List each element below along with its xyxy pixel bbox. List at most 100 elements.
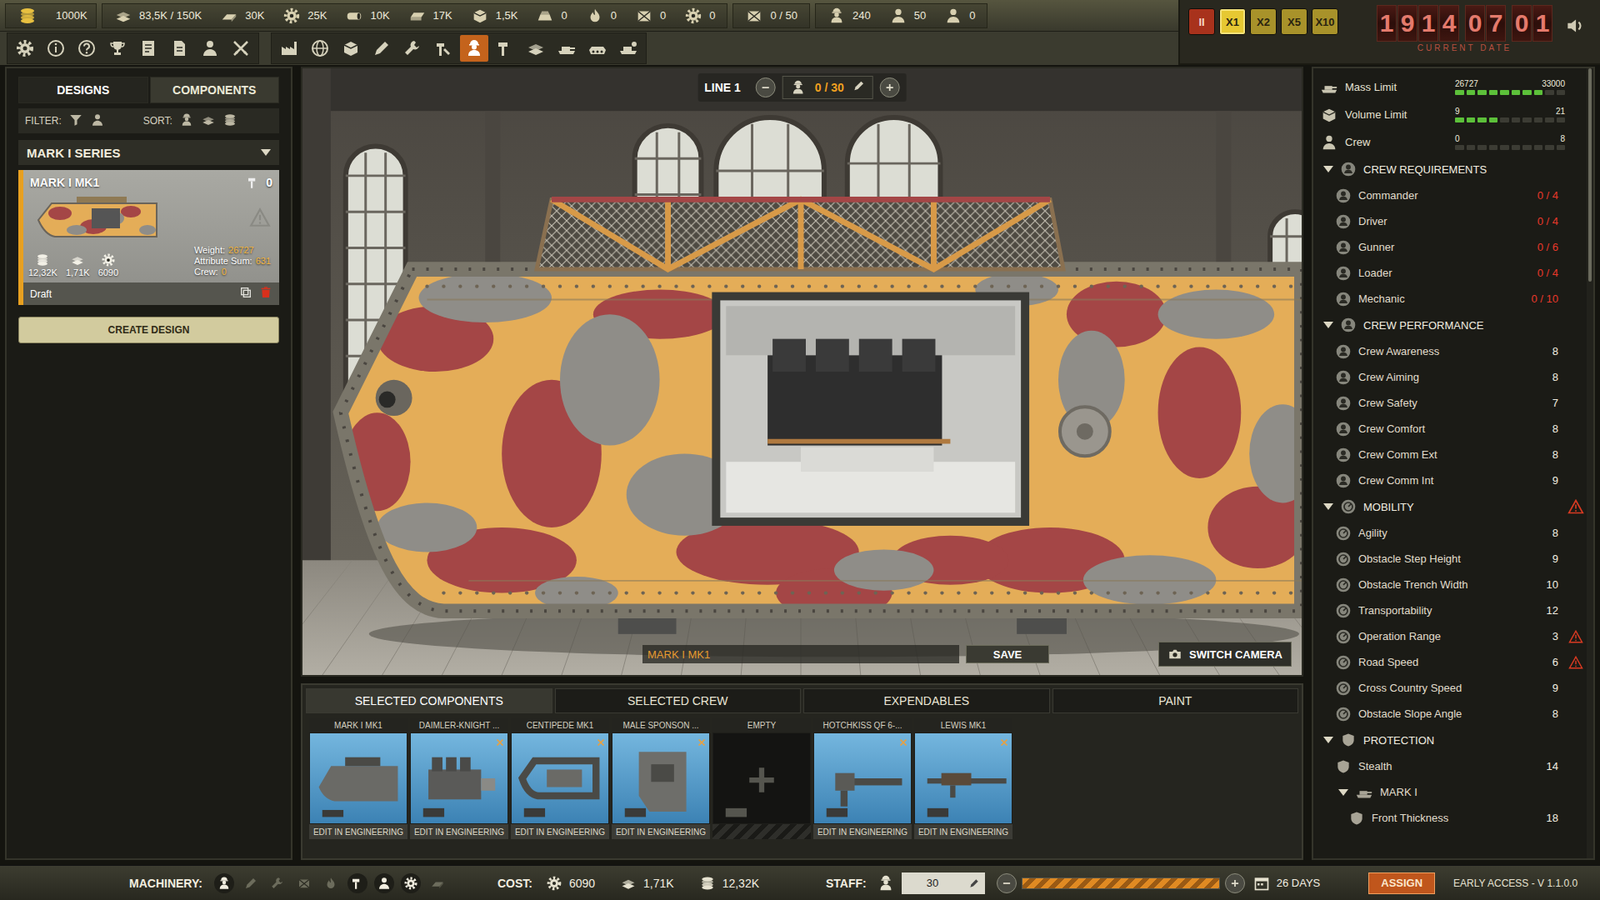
sort-button[interactable] bbox=[179, 112, 195, 130]
staff-input[interactable]: 30 bbox=[901, 872, 985, 895]
component-slot[interactable]: MARK I MK1EDIT IN ENGINEERING bbox=[309, 718, 408, 840]
edit-in-engineering-button[interactable]: EDIT IN ENGINEERING bbox=[813, 824, 912, 840]
component-slots: MARK I MK1EDIT IN ENGINEERINGDAIMLER-KNI… bbox=[302, 713, 1302, 845]
material-value: 17K bbox=[433, 9, 453, 22]
toolbar-button[interactable] bbox=[336, 35, 365, 62]
stat-row: Mechanic0 / 10 bbox=[1320, 285, 1587, 312]
speed-button[interactable]: X10 bbox=[1311, 8, 1339, 35]
toolbar-button[interactable] bbox=[429, 35, 458, 62]
toolbar-button[interactable] bbox=[552, 35, 581, 62]
edit-in-engineering-button[interactable]: EDIT IN ENGINEERING bbox=[510, 824, 610, 840]
storage-value: 0 / 50 bbox=[770, 9, 798, 22]
toolbar-button[interactable] bbox=[103, 35, 132, 62]
create-design-button[interactable]: CREATE DESIGN bbox=[18, 316, 280, 344]
panel-tab[interactable]: COMPONENTS bbox=[150, 76, 280, 104]
speed-button[interactable]: X1 bbox=[1219, 8, 1246, 35]
cost-value: 12,32K bbox=[722, 876, 760, 890]
toolbar-button[interactable] bbox=[72, 35, 101, 62]
decrease-staff-button[interactable] bbox=[996, 873, 1017, 894]
component-tab[interactable]: SELECTED COMPONENTS bbox=[305, 688, 553, 714]
sort-button[interactable] bbox=[222, 112, 238, 130]
increase-staff-button[interactable] bbox=[1225, 873, 1245, 894]
scrollbar-thumb[interactable] bbox=[1588, 68, 1592, 282]
meter-segment bbox=[1545, 145, 1555, 150]
sort-button[interactable] bbox=[200, 112, 216, 130]
machinery-item bbox=[320, 873, 341, 894]
tank-thumbnail bbox=[35, 193, 160, 242]
stat-value: 12,32K bbox=[28, 267, 58, 278]
component-tab[interactable]: EXPENDABLES bbox=[803, 688, 1050, 714]
toolbar-button[interactable] bbox=[583, 35, 612, 62]
remove-button[interactable] bbox=[898, 735, 909, 751]
speed-button[interactable]: X5 bbox=[1280, 8, 1308, 35]
sound-button[interactable] bbox=[1564, 15, 1586, 40]
save-button[interactable]: SAVE bbox=[965, 645, 1050, 664]
toolbar-button[interactable] bbox=[398, 35, 427, 62]
card-footer: Draft bbox=[23, 282, 280, 305]
section-header[interactable]: CREW REQUIREMENTS bbox=[1320, 155, 1587, 183]
increase-button[interactable] bbox=[880, 77, 900, 98]
section-header[interactable]: PROTECTION bbox=[1320, 726, 1587, 754]
staff-slider[interactable] bbox=[1021, 877, 1220, 890]
remove-button[interactable] bbox=[999, 735, 1010, 751]
toolbar-button[interactable] bbox=[226, 35, 255, 62]
edit-in-engineering-button[interactable]: EDIT IN ENGINEERING bbox=[309, 824, 408, 840]
filter-button[interactable] bbox=[90, 112, 105, 130]
design-card[interactable]: MARK I MK1012,32K1,71K6090Weight:26727At… bbox=[18, 170, 280, 305]
card-title-row: MARK I MK10 bbox=[23, 170, 280, 190]
limit-value: 26727 bbox=[1455, 79, 1479, 89]
toolbar-button[interactable] bbox=[490, 35, 520, 62]
remove-button[interactable] bbox=[495, 735, 505, 751]
edit-in-engineering-button[interactable]: EDIT IN ENGINEERING bbox=[410, 824, 509, 840]
design-viewport[interactable]: LINE 10 / 30MARK I MK1SAVESWITCH CAMERA bbox=[300, 66, 1304, 677]
edit-in-engineering-button[interactable]: EDIT IN ENGINEERING bbox=[914, 824, 1013, 840]
component-slot[interactable]: CENTIPEDE MK1EDIT IN ENGINEERING bbox=[510, 718, 610, 840]
series-header[interactable]: MARK I SERIES bbox=[18, 140, 280, 165]
remove-button[interactable] bbox=[696, 735, 707, 751]
toolbar-button[interactable] bbox=[521, 35, 550, 62]
material-icon bbox=[585, 6, 605, 25]
toolbar-button[interactable] bbox=[614, 35, 643, 62]
edit-button[interactable] bbox=[852, 79, 866, 96]
switch-camera-button[interactable]: SWITCH CAMERA bbox=[1158, 641, 1292, 667]
warning-icon bbox=[249, 206, 271, 229]
material-value: 10K bbox=[370, 9, 390, 22]
filter-button[interactable] bbox=[68, 112, 84, 130]
toolbar-button[interactable] bbox=[165, 35, 194, 62]
component-tab[interactable]: SELECTED CREW bbox=[555, 688, 802, 714]
section-header[interactable]: CREW PERFORMANCE bbox=[1320, 311, 1587, 339]
section-title: MOBILITY bbox=[1363, 500, 1559, 514]
copy-button[interactable] bbox=[239, 285, 253, 302]
delete-button[interactable] bbox=[259, 285, 273, 302]
toolbar-button[interactable] bbox=[305, 35, 335, 62]
toolbar-button[interactable] bbox=[195, 35, 225, 62]
component-slot[interactable]: LEWIS MK1EDIT IN ENGINEERING bbox=[914, 718, 1013, 840]
material-item: 0 bbox=[635, 6, 666, 25]
stat-value: 9 bbox=[1521, 474, 1559, 487]
component-slot[interactable]: MALE SPONSON ...EDIT IN ENGINEERING bbox=[611, 718, 710, 840]
subsection-header[interactable]: MARK I bbox=[1320, 779, 1587, 805]
toolbar-button[interactable] bbox=[460, 35, 489, 62]
component-slot[interactable]: EMPTY bbox=[712, 718, 811, 840]
component-slot[interactable]: HOTCHKISS QF 6-...EDIT IN ENGINEERING bbox=[813, 718, 912, 840]
stat-icon bbox=[1335, 576, 1352, 594]
toolbar-button[interactable] bbox=[367, 35, 396, 62]
component-slot[interactable]: DAIMLER-KNIGHT ...EDIT IN ENGINEERING bbox=[410, 718, 509, 840]
toolbar-button[interactable] bbox=[134, 35, 163, 62]
speed-button[interactable]: II bbox=[1188, 8, 1215, 35]
component-tab[interactable]: PAINT bbox=[1052, 688, 1300, 714]
count-value: 0 bbox=[265, 175, 273, 190]
edit-in-engineering-button[interactable]: EDIT IN ENGINEERING bbox=[611, 824, 710, 840]
staff-item: 50 bbox=[889, 6, 926, 25]
panel-tab[interactable]: DESIGNS bbox=[18, 76, 149, 104]
speed-button[interactable]: X2 bbox=[1250, 8, 1277, 35]
top-bar: 1000K83,5K / 150K30K25K10K17K1,5K00000 /… bbox=[0, 0, 1600, 65]
section-header[interactable]: MOBILITY bbox=[1320, 493, 1587, 520]
remove-button[interactable] bbox=[595, 735, 606, 751]
toolbar-button[interactable] bbox=[41, 35, 70, 62]
design-name-field[interactable]: MARK I MK1 bbox=[642, 645, 960, 664]
toolbar-button[interactable] bbox=[275, 35, 304, 62]
decrease-button[interactable] bbox=[755, 77, 776, 98]
assign-button[interactable]: ASSIGN bbox=[1368, 872, 1435, 895]
toolbar-button[interactable] bbox=[10, 35, 40, 62]
